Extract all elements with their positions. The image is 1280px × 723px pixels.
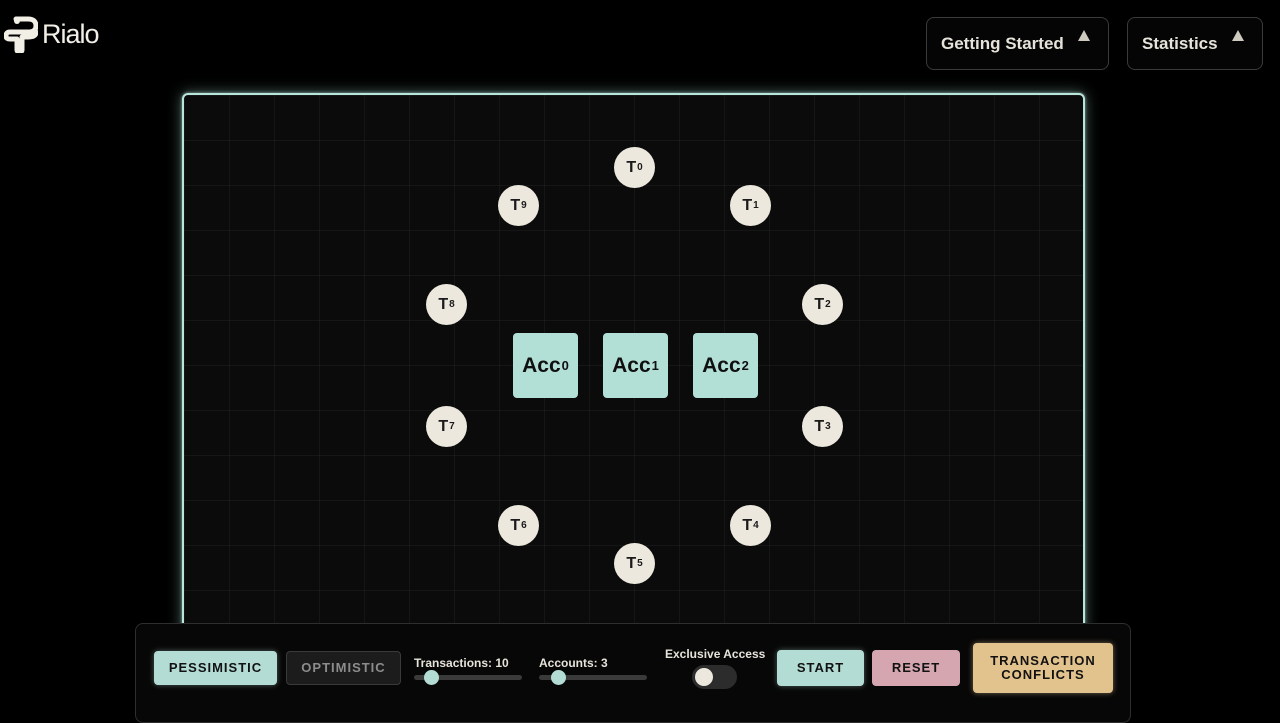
toggle-knob bbox=[695, 668, 713, 686]
reset-button[interactable]: RESET bbox=[872, 650, 960, 686]
pessimistic-button[interactable]: PESSIMISTIC bbox=[154, 651, 277, 685]
start-button[interactable]: START bbox=[777, 650, 864, 686]
account-node-1[interactable]: Acc 1 bbox=[603, 333, 668, 398]
transaction-node-3[interactable]: T3 bbox=[802, 406, 843, 447]
account-node-2[interactable]: Acc 2 bbox=[693, 333, 758, 398]
transaction-node-8[interactable]: T8 bbox=[426, 284, 467, 325]
exclusive-access-label: Exclusive Access bbox=[665, 647, 766, 661]
transaction-node-6[interactable]: T6 bbox=[498, 505, 539, 546]
transactions-slider[interactable] bbox=[414, 670, 522, 685]
exclusive-access-toggle[interactable] bbox=[692, 665, 737, 689]
statistics-label: Statistics bbox=[1142, 33, 1218, 53]
transaction-node-1[interactable]: T1 bbox=[730, 185, 771, 226]
accounts-slider-label: Accounts: 3 bbox=[539, 656, 608, 670]
transaction-node-4[interactable]: T4 bbox=[730, 505, 771, 546]
transaction-node-7[interactable]: T7 bbox=[426, 406, 467, 447]
transaction-node-2[interactable]: T2 bbox=[802, 284, 843, 325]
getting-started-label: Getting Started bbox=[941, 33, 1064, 53]
statistics-menu[interactable]: Statistics bbox=[1127, 17, 1263, 70]
optimistic-button[interactable]: OPTIMISTIC bbox=[286, 651, 401, 685]
control-panel: PESSIMISTIC OPTIMISTIC Transactions: 10 … bbox=[135, 623, 1131, 723]
transaction-node-9[interactable]: T9 bbox=[498, 185, 539, 226]
transaction-conflicts-button[interactable]: TRANSACTION CONFLICTS bbox=[973, 643, 1113, 693]
logo-text: Rialo bbox=[42, 19, 100, 49]
caret-up-icon bbox=[1078, 30, 1090, 41]
simulation-canvas[interactable]: T0 T1 T2 T3 T4 T5 T6 T7 T8 T9 Acc 0 Acc 1 … bbox=[182, 93, 1085, 653]
transaction-node-5[interactable]: T5 bbox=[614, 543, 655, 584]
caret-up-icon bbox=[1232, 30, 1244, 41]
rialo-logo-icon bbox=[4, 16, 38, 53]
account-node-0[interactable]: Acc 0 bbox=[513, 333, 578, 398]
conflicts-label: TRANSACTION CONFLICTS bbox=[990, 653, 1096, 682]
rialo-logo[interactable]: Rialo bbox=[4, 16, 100, 53]
transactions-slider-thumb[interactable] bbox=[424, 670, 439, 685]
transaction-node-0[interactable]: T0 bbox=[614, 147, 655, 188]
transactions-slider-label: Transactions: 10 bbox=[414, 656, 509, 670]
getting-started-menu[interactable]: Getting Started bbox=[926, 17, 1109, 70]
accounts-slider[interactable] bbox=[539, 670, 647, 685]
accounts-slider-thumb[interactable] bbox=[551, 670, 566, 685]
